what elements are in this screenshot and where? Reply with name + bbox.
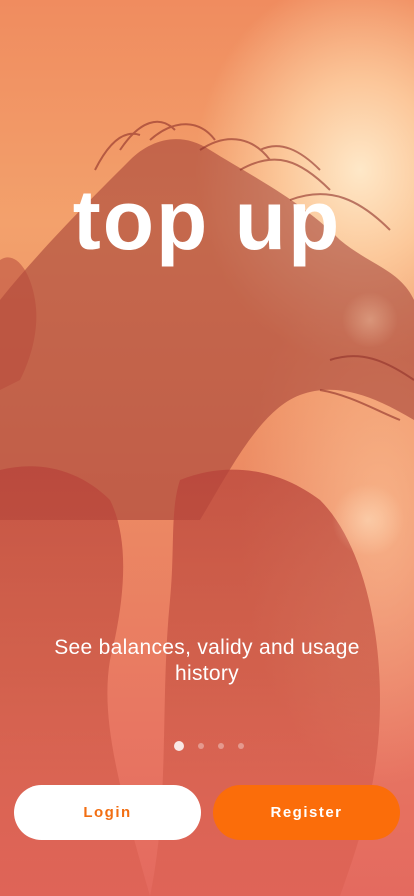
app-title: top up: [72, 173, 342, 267]
page-indicator: [0, 740, 414, 752]
page-dot-4[interactable]: [238, 743, 244, 749]
page-dot-1[interactable]: [174, 741, 184, 751]
background-photo: [0, 120, 414, 896]
register-button[interactable]: Register: [213, 785, 400, 840]
onboarding-description: See balances, validy and usage history: [54, 636, 360, 685]
login-button[interactable]: Login: [14, 785, 201, 840]
page-dot-3[interactable]: [218, 743, 224, 749]
page-dot-2[interactable]: [198, 743, 204, 749]
onboarding-screen: top up See balances, validy and usage hi…: [0, 0, 414, 896]
